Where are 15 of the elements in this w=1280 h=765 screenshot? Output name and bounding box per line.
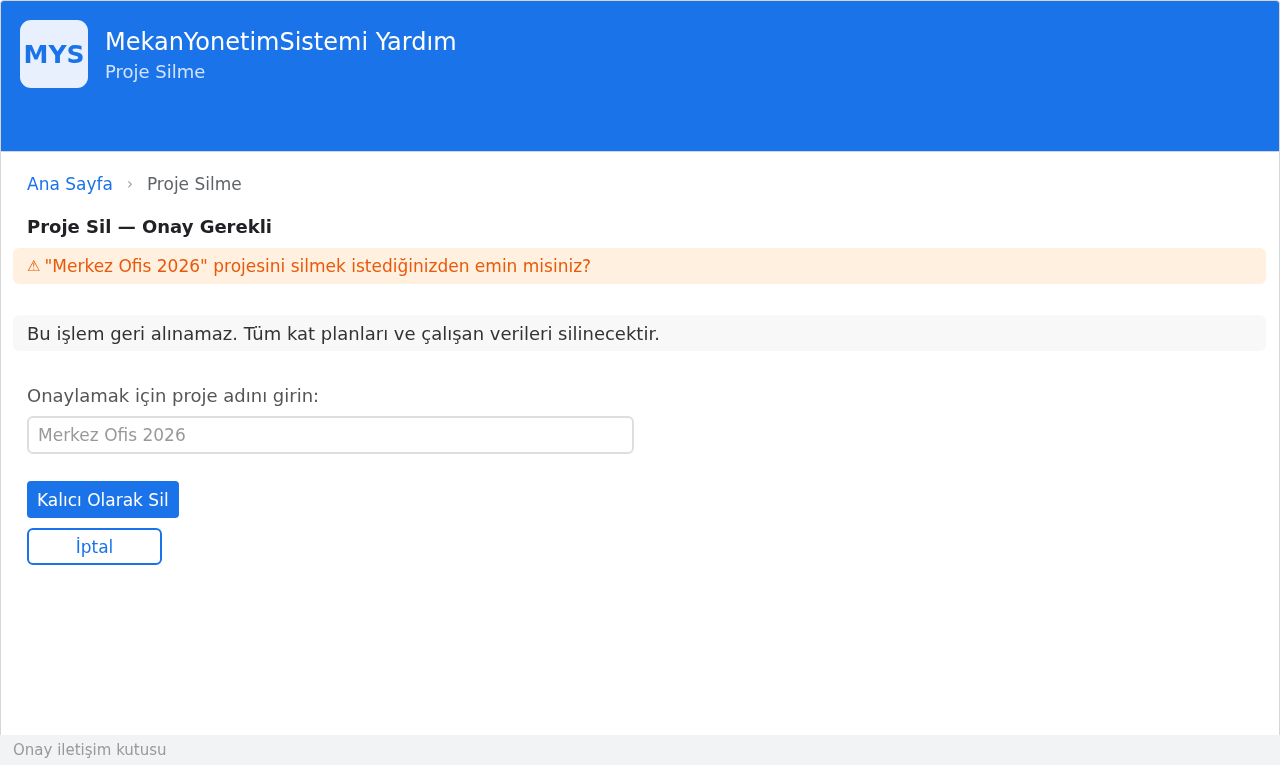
page-subtitle: Proje Silme xyxy=(105,60,207,84)
breadcrumb-current: Proje Silme xyxy=(146,174,242,194)
cancel-button[interactable]: İptal xyxy=(27,528,162,565)
delete-button[interactable]: Kalıcı Olarak Sil xyxy=(27,481,179,518)
notice-text: Bu işlem geri alınamaz. Tüm kat planları ve çalışan verileri silinecektir. xyxy=(27,322,660,344)
app-title: MekanYonetimSistemi Yardım xyxy=(105,27,457,58)
status-text: Onay iletişim kutusu xyxy=(13,741,167,759)
dialog-heading: Proje Sil — Onay Gerekli xyxy=(27,215,272,239)
project-name-field[interactable]: Merkez Ofis 2026 xyxy=(27,416,634,454)
field-label: Onaylamak için proje adını girin: xyxy=(27,384,320,408)
breadcrumb-separator: › xyxy=(126,175,133,193)
warning-text: "Merkez Ofis 2026" projesini silmek istediğinizden emin misiniz? xyxy=(44,256,592,276)
warning-icon: ⚠ xyxy=(27,257,41,275)
breadcrumb-link[interactable]: Ana Sayfa xyxy=(27,174,113,194)
logo-tile: MYS xyxy=(20,20,88,88)
